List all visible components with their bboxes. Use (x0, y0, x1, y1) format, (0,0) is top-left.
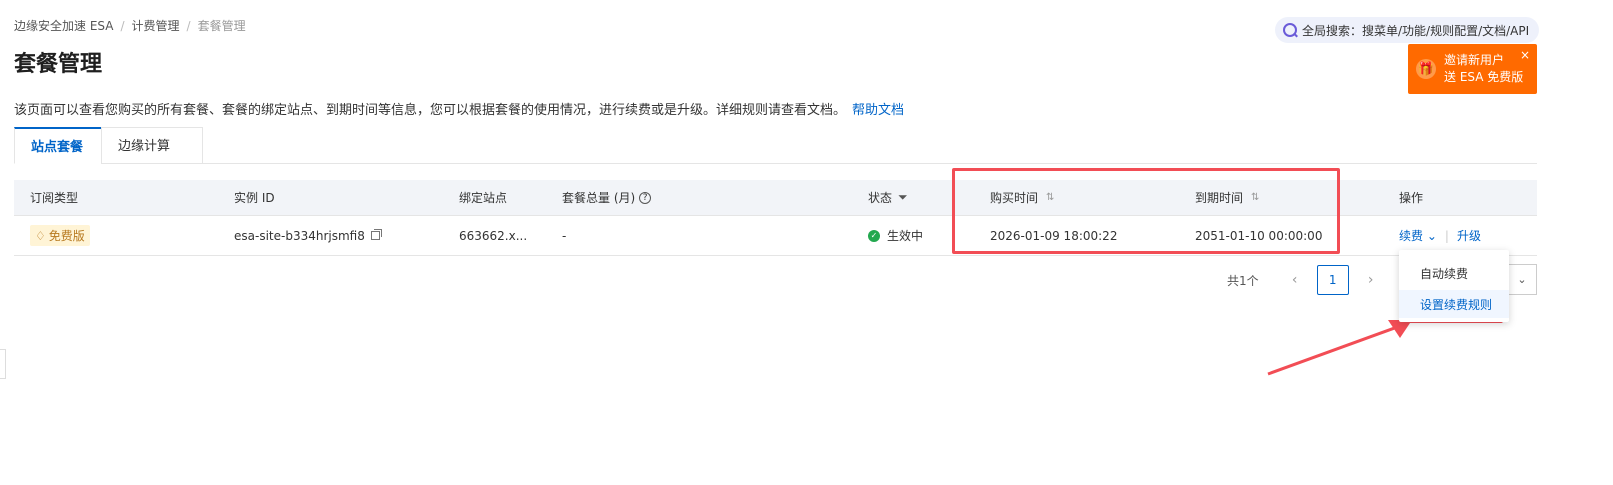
cell-quota: - (562, 228, 567, 243)
renew-dropdown-menu: 自动续费 设置续费规则 (1399, 250, 1509, 322)
annotation-arrow (1267, 320, 1412, 376)
help-icon[interactable]: ? (639, 191, 652, 204)
breadcrumb-item-billing[interactable]: 计费管理 (132, 19, 180, 33)
page-description: 该页面可以查看您购买的所有套餐、套餐的绑定站点、到期时间等信息，您可以根据套餐的… (14, 99, 904, 118)
breadcrumb-item-current: 套餐管理 (197, 19, 246, 33)
header-expire-time[interactable]: 到期时间 ⇅ (1195, 180, 1259, 215)
chevron-down-icon: ⌄ (1517, 273, 1527, 286)
free-plan-badge: ♢ 免费版 (30, 225, 90, 246)
table-header: 订阅类型 实例 ID 绑定站点 套餐总量 (月)? 状态 ⏷ 购买时间 ⇅ 到期时间… (14, 180, 1537, 216)
cell-expire-time: 2051-01-10 00:00:00 (1195, 228, 1323, 243)
cell-instance-id: esa-site-b334hrjsmfi8 (234, 216, 382, 255)
header-subscription-type: 订阅类型 (30, 191, 79, 205)
description-text: 该页面可以查看您购买的所有套餐、套餐的绑定站点、到期时间等信息，您可以根据套餐的… (14, 103, 847, 118)
pagination: 共1个 ‹ 1 › (1227, 265, 1385, 295)
menu-item-renewal-rule[interactable]: 设置续费规则 (1399, 290, 1509, 318)
copy-icon[interactable] (370, 229, 382, 240)
help-doc-link[interactable]: 帮助文档 (852, 103, 904, 118)
divider: | (1444, 228, 1449, 243)
cell-bound-site: 663662.x... (459, 228, 528, 243)
close-icon[interactable]: × (1520, 48, 1530, 62)
promo-line1: 邀请新用户 (1444, 53, 1505, 67)
tab-edge-compute[interactable]: 边缘计算 (101, 127, 203, 164)
header-status: 状态 ⏷ (868, 190, 908, 205)
breadcrumb: 边缘安全加速 ESA / 计费管理 / 套餐管理 (14, 17, 246, 34)
renew-button[interactable]: 续费 ⌄ (1399, 227, 1437, 244)
header-quota: 套餐总量 (月)? (562, 180, 652, 215)
diamond-icon: ♢ (35, 228, 46, 243)
global-search-label: 全局搜索：搜菜单/功能/规则配置/文档/API (1302, 23, 1530, 38)
table-row: ♢ 免费版 esa-site-b334hrjsmfi8 663662.x... -… (14, 216, 1537, 256)
page-size-select[interactable]: ⌄ (1508, 264, 1537, 295)
side-panel-handle[interactable] (0, 349, 6, 379)
breadcrumb-separator: / (120, 19, 125, 33)
breadcrumb-item-esa[interactable]: 边缘安全加速 ESA (14, 19, 113, 33)
prev-page-icon[interactable]: ‹ (1281, 266, 1309, 294)
tab-site-plan[interactable]: 站点套餐 (14, 127, 102, 164)
upgrade-button[interactable]: 升级 (1457, 227, 1481, 244)
filter-icon[interactable]: ⏷ (898, 190, 908, 205)
breadcrumb-separator: / (186, 19, 191, 33)
page-title: 套餐管理 (14, 52, 103, 77)
plan-table: 订阅类型 实例 ID 绑定站点 套餐总量 (月)? 状态 ⏷ 购买时间 ⇅ 到期时间… (14, 180, 1537, 256)
cell-subscription-type: ♢ 免费版 (30, 216, 90, 255)
tab-bar: 站点套餐 边缘计算 (14, 127, 1537, 164)
promo-line2: 送 ESA 免费版 (1444, 70, 1524, 84)
header-instance-id: 实例 ID (234, 191, 275, 205)
header-purchase-time[interactable]: 购买时间 ⇅ (990, 180, 1054, 215)
sort-icon[interactable]: ⇅ (1251, 192, 1259, 203)
menu-item-auto-renew[interactable]: 自动续费 (1399, 259, 1509, 287)
header-bound-site: 绑定站点 (459, 191, 508, 205)
cell-status: ✓ 生效中 (868, 216, 923, 255)
gift-icon: 🎁 (1416, 59, 1436, 79)
chevron-down-icon: ⌄ (1423, 229, 1437, 243)
next-page-icon[interactable]: › (1357, 266, 1385, 294)
global-search-button[interactable]: 全局搜索：搜菜单/功能/规则配置/文档/API (1275, 17, 1540, 43)
search-icon (1283, 23, 1297, 37)
promo-banner[interactable]: 🎁 邀请新用户 送 ESA 免费版 × (1408, 44, 1537, 94)
sort-icon[interactable]: ⇅ (1046, 192, 1054, 203)
page-number[interactable]: 1 (1316, 265, 1349, 295)
cell-purchase-time: 2026-01-09 18:00:22 (990, 228, 1118, 243)
pagination-total: 共1个 (1227, 273, 1259, 288)
header-actions: 操作 (1399, 191, 1424, 205)
check-circle-icon: ✓ (868, 229, 880, 242)
